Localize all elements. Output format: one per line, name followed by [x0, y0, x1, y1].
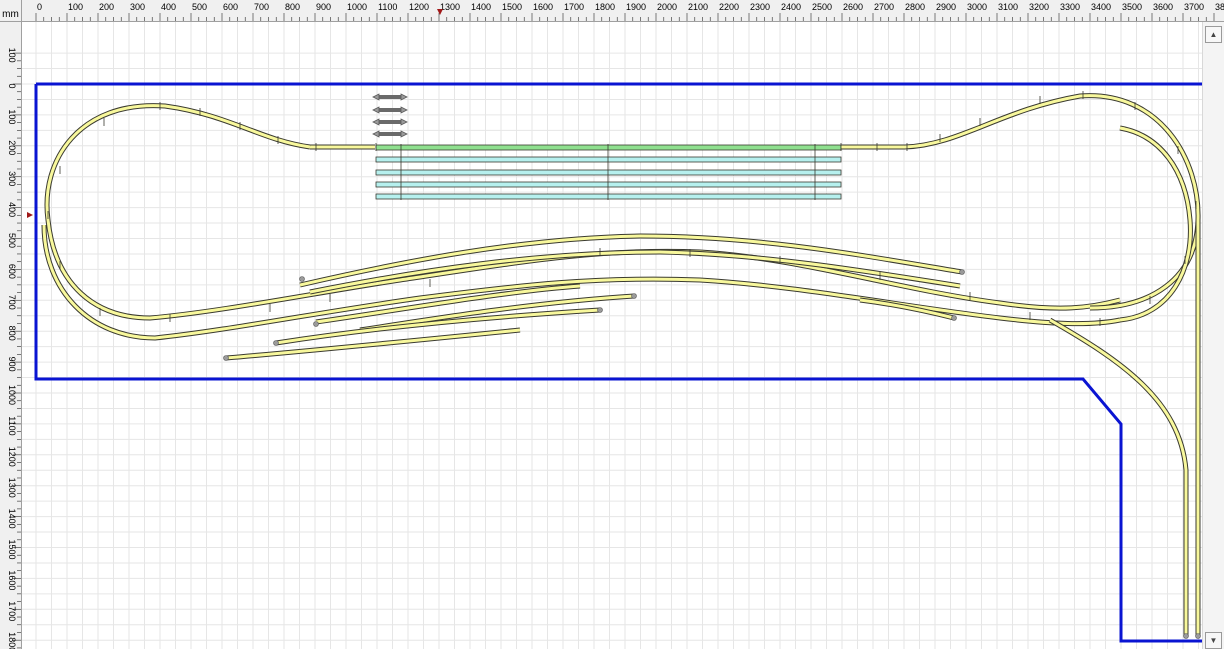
vertical-ruler[interactable]: 1000100200300400500600700800900100011001…: [0, 22, 22, 649]
track-end-icon: [631, 293, 637, 299]
unit-label: mm: [2, 9, 19, 20]
h-ruler-label: 300: [130, 2, 145, 12]
h-cursor-marker-icon: [437, 9, 443, 15]
h-ruler-label: 500: [192, 2, 207, 12]
platform-cyan-4: [375, 193, 842, 200]
buffer-stop-4: [372, 130, 408, 138]
h-ruler-label: 2700: [874, 2, 894, 12]
h-ruler-label: 700: [254, 2, 269, 12]
v-ruler-label: 1300: [7, 478, 17, 498]
h-ruler-label: 3000: [967, 2, 987, 12]
h-ruler-label: 1700: [564, 2, 584, 12]
grid: [22, 22, 1202, 649]
scroll-down-button[interactable]: ▼: [1205, 632, 1222, 649]
h-ruler-label: 2500: [812, 2, 832, 12]
track-end-icon: [597, 307, 603, 313]
vertical-scrollbar[interactable]: ▲ ▼: [1202, 22, 1224, 649]
h-ruler-label: 2300: [750, 2, 770, 12]
h-ruler-label: 3100: [998, 2, 1018, 12]
v-ruler-label: 100: [7, 48, 17, 63]
ruler-corner: mm: [0, 0, 22, 22]
v-ruler-label: 100: [7, 109, 17, 124]
v-ruler-label: 300: [7, 171, 17, 186]
h-ruler-label: 1800: [595, 2, 615, 12]
track-end-icon: [959, 269, 965, 275]
track-inner-loop[interactable]: [41, 224, 1121, 341]
track-outer-loop-right[interactable]: [904, 93, 1201, 311]
h-ruler-label: 3400: [1091, 2, 1111, 12]
v-ruler-label: 600: [7, 264, 17, 279]
track-end-icon: [1195, 633, 1201, 639]
h-ruler-label: 3300: [1060, 2, 1080, 12]
layout-canvas[interactable]: [22, 22, 1202, 649]
h-ruler-label: 2200: [719, 2, 739, 12]
cursor-marker-icon: [27, 212, 33, 218]
h-ruler-label: 2100: [688, 2, 708, 12]
v-ruler-label: 1800: [7, 632, 17, 649]
track-end-icon: [313, 321, 319, 327]
platform-green: [375, 144, 842, 151]
v-ruler-label: 1700: [7, 601, 17, 621]
h-ruler-label: 1100: [378, 2, 397, 12]
track-siding-d[interactable]: [225, 327, 521, 361]
track-branch-left[interactable]: [1048, 317, 1189, 636]
track-end-icon: [951, 315, 957, 321]
v-ruler-label: 0: [7, 83, 17, 88]
h-ruler-label: 1600: [533, 2, 553, 12]
h-ruler-label: 1300: [440, 2, 460, 12]
h-ruler-label: 3700: [1184, 2, 1204, 12]
v-ruler-label: 900: [7, 357, 17, 372]
v-ruler-label: 1500: [7, 539, 17, 559]
h-ruler-label: 1900: [626, 2, 646, 12]
h-ruler-label: 0: [37, 2, 42, 12]
h-ruler-label: 3200: [1029, 2, 1049, 12]
h-ruler-label: 100: [68, 2, 83, 12]
h-ruler-label: 400: [161, 2, 176, 12]
v-ruler-label: 500: [7, 233, 17, 248]
h-ruler-label: 2900: [936, 2, 956, 12]
horizontal-ruler[interactable]: 0 100 200 300 400 500 600 700 800 900 1000 1100 1200…: [22, 0, 1224, 22]
buffer-stop-2: [372, 106, 408, 114]
v-ruler-label: 800: [7, 326, 17, 341]
v-ruler-label: 400: [7, 202, 17, 217]
buffer-stop-3: [372, 118, 408, 126]
h-ruler-label: 900: [316, 2, 331, 12]
v-ruler-label: 700: [7, 295, 17, 310]
scroll-up-button[interactable]: ▲: [1205, 26, 1222, 43]
h-ruler-label: 2000: [657, 2, 677, 12]
h-ruler-label: 600: [223, 2, 238, 12]
v-ruler-label: 1200: [7, 447, 17, 467]
h-ruler-label: 2600: [843, 2, 863, 12]
platform-cyan-3: [375, 181, 842, 188]
h-ruler-label: 1400: [471, 2, 491, 12]
track-end-icon: [273, 340, 279, 346]
v-ruler-label: 1000: [7, 385, 17, 405]
platform-cyan-2: [375, 169, 842, 176]
chevron-down-icon: ▼: [1209, 636, 1218, 645]
h-ruler-label: 200: [99, 2, 114, 12]
h-ruler-label: 3600: [1153, 2, 1173, 12]
h-ruler-label: 2800: [905, 2, 925, 12]
h-ruler-label: 1000: [347, 2, 367, 12]
track-end-icon: [223, 355, 229, 361]
h-ruler-label: 3500: [1122, 2, 1142, 12]
h-ruler-label: 1200: [409, 2, 429, 12]
h-ruler-label: 1500: [502, 2, 522, 12]
h-ruler-label: 800: [285, 2, 300, 12]
v-ruler-label: 1100: [7, 416, 17, 435]
h-ruler-label: 2400: [781, 2, 801, 12]
v-ruler-label: 200: [7, 140, 17, 155]
station-platforms[interactable]: [375, 144, 842, 200]
platform-cyan-1: [375, 156, 842, 163]
h-ruler-label: 3800: [1215, 2, 1224, 12]
track-end-icon: [1183, 633, 1189, 639]
v-ruler-label: 1600: [7, 570, 17, 590]
chevron-up-icon: ▲: [1209, 30, 1218, 39]
v-ruler-label: 1400: [7, 509, 17, 529]
track-end-icon: [299, 276, 305, 282]
